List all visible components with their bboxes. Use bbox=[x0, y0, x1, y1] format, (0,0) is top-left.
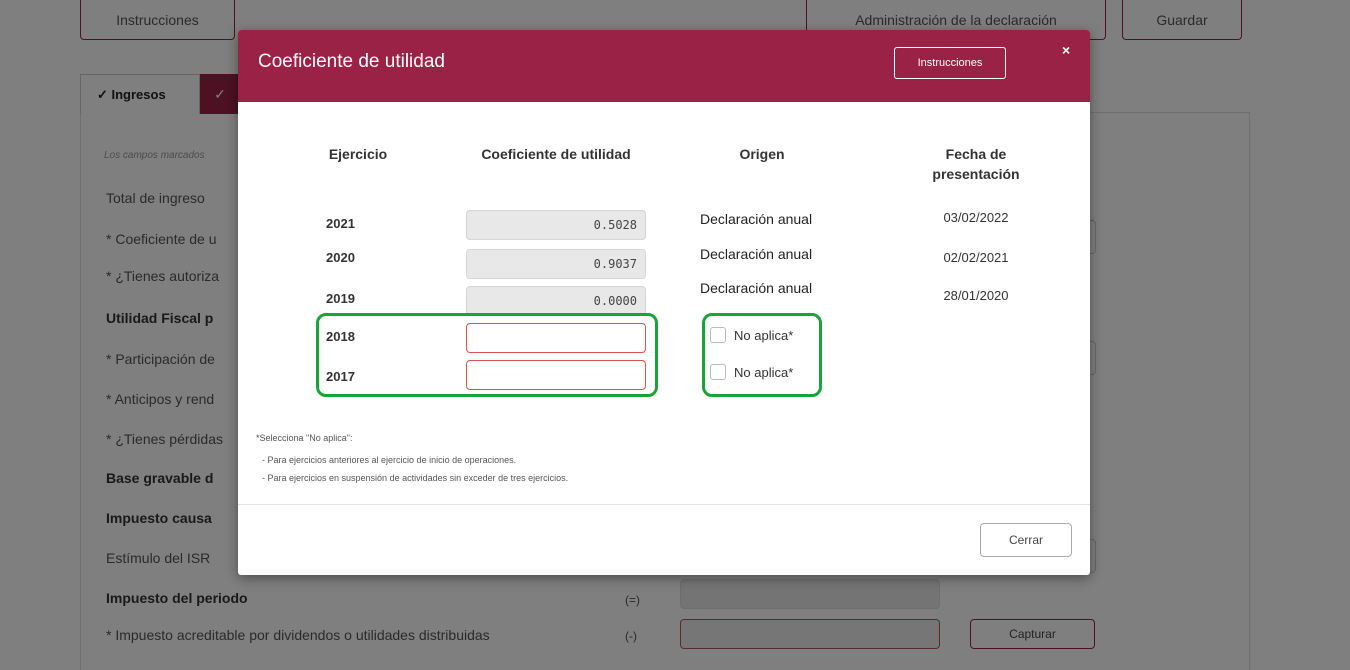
year-2021: 2021 bbox=[326, 216, 355, 231]
footnote-line-2: - Para ejercicios en suspensión de activ… bbox=[262, 473, 569, 483]
coeficiente-modal: Coeficiente de utilidad Instrucciones × … bbox=[238, 30, 1090, 575]
footnote-title: *Selecciona "No aplica": bbox=[256, 433, 353, 443]
coef-input-2019: 0.0000 bbox=[466, 286, 646, 316]
origen-2021: Declaración anual bbox=[700, 211, 813, 227]
coef-input-2021: 0.5028 bbox=[466, 210, 646, 240]
modal-footer-divider bbox=[238, 504, 1090, 505]
year-2020: 2020 bbox=[326, 250, 355, 265]
modal-instrucciones-button[interactable]: Instrucciones bbox=[894, 47, 1006, 79]
highlight-no-aplica bbox=[702, 313, 822, 397]
coef-input-2020: 0.9037 bbox=[466, 249, 646, 279]
header-origen: Origen bbox=[739, 146, 785, 162]
cerrar-button[interactable]: Cerrar bbox=[980, 523, 1072, 557]
footnote-line-1: - Para ejercicios anteriores al ejercici… bbox=[262, 455, 517, 465]
origen-2019: Declaración anual bbox=[700, 280, 813, 296]
origen-2020: Declaración anual bbox=[700, 246, 813, 262]
fecha-2020: 02/02/2021 bbox=[943, 250, 1009, 265]
modal-title: Coeficiente de utilidad bbox=[258, 51, 445, 72]
header-fecha: Fecha de presentación bbox=[932, 146, 1020, 182]
header-ejercicio: Ejercicio bbox=[328, 146, 388, 162]
close-icon[interactable]: × bbox=[1062, 42, 1070, 58]
fecha-2021: 03/02/2022 bbox=[943, 210, 1009, 225]
highlight-coef-empty bbox=[316, 313, 658, 397]
year-2019: 2019 bbox=[326, 291, 355, 306]
header-coeficiente: Coeficiente de utilidad bbox=[481, 146, 631, 162]
fecha-2019: 28/01/2020 bbox=[943, 288, 1009, 303]
modal-header: Coeficiente de utilidad Instrucciones × bbox=[238, 30, 1090, 102]
